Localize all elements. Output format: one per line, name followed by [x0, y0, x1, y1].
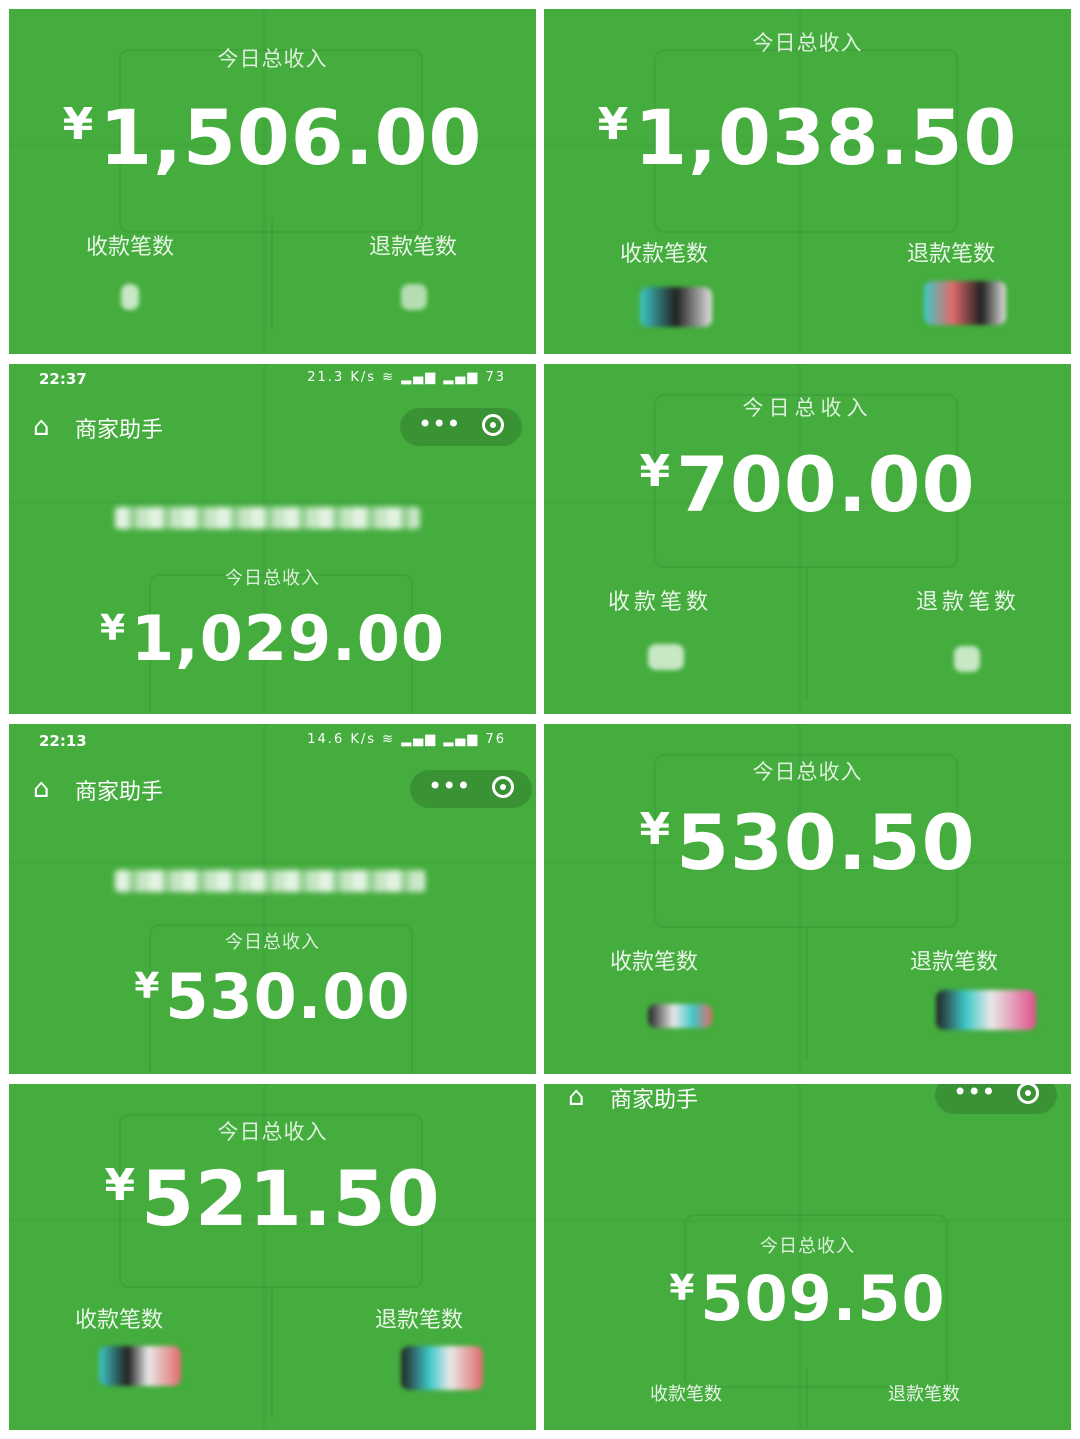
- stat-divider: [806, 1369, 808, 1429]
- currency-symbol: ¥: [639, 446, 671, 497]
- payment-count-label: 收款笔数: [608, 590, 713, 615]
- card-title: 今日总收入: [752, 760, 863, 784]
- income-amount: ¥530.50: [544, 798, 1071, 887]
- payment-count-label: 收款笔数: [86, 235, 175, 260]
- payment-count-label: 收款笔数: [610, 950, 699, 975]
- currency-symbol: ¥: [597, 99, 629, 150]
- income-amount: ¥1,029.00: [9, 602, 536, 675]
- home-icon[interactable]: ⌂: [568, 1084, 585, 1112]
- refund-count-label: 退款笔数: [916, 590, 1021, 615]
- card-title: 今日总收入: [752, 31, 863, 55]
- home-icon[interactable]: ⌂: [33, 412, 50, 442]
- amount-value: 509.50: [700, 1262, 946, 1335]
- mini-program-capsule: •••: [410, 770, 532, 808]
- network-speed: 21.3 K/s: [307, 370, 377, 385]
- card-title: 今日总收入: [217, 47, 328, 71]
- mini-program-capsule: •••: [400, 408, 522, 446]
- payment-count-value-redacted: [648, 1004, 712, 1028]
- status-bar: 22:37 21.3 K/s ≋ ▂▄▆ ▂▄▆ 73: [39, 370, 506, 394]
- amount-value: 530.50: [676, 798, 976, 887]
- battery-icon: 76: [485, 732, 506, 747]
- payment-count-value-redacted: [648, 644, 684, 670]
- amount-value: 530.00: [165, 960, 411, 1033]
- target-close-icon[interactable]: [482, 414, 504, 436]
- status-icons: 14.6 K/s ≋ ▂▄▆ ▂▄▆ 76: [307, 732, 506, 747]
- refund-count-label: 退款笔数: [907, 242, 996, 267]
- currency-symbol: ¥: [62, 99, 94, 150]
- payment-count-label: 收款笔数: [620, 242, 709, 267]
- nav-bar: ⌂ 商家助手 •••: [33, 408, 522, 448]
- income-amount: ¥700.00: [544, 440, 1071, 529]
- card-title: 今日总收入: [217, 1120, 328, 1144]
- income-amount: ¥530.00: [9, 960, 536, 1033]
- target-close-icon[interactable]: [1017, 1084, 1039, 1104]
- status-icons: 21.3 K/s ≋ ▂▄▆ ▂▄▆ 73: [307, 370, 506, 385]
- income-card-6: 今日总收入 ¥530.50 收款笔数 退款笔数: [544, 724, 1071, 1074]
- card-title: 今日总收入: [760, 1236, 855, 1257]
- refund-count-label: 退款笔数: [888, 1384, 960, 1405]
- network-speed: 14.6 K/s: [307, 732, 377, 747]
- currency-symbol: ¥: [639, 804, 671, 855]
- amount-value: 521.50: [141, 1154, 441, 1243]
- more-dots-icon[interactable]: •••: [418, 410, 460, 438]
- stat-divider: [806, 929, 808, 1059]
- income-card-3: 22:37 21.3 K/s ≋ ▂▄▆ ▂▄▆ 73 ⌂ 商家助手 ••• 今…: [9, 364, 536, 714]
- income-amount: ¥509.50: [544, 1262, 1071, 1335]
- nav-bar: ⌂ 商家助手 •••: [33, 770, 532, 810]
- amount-value: 1,038.50: [634, 93, 1018, 182]
- amount-value: 1,029.00: [131, 602, 445, 675]
- income-amount: ¥1,038.50: [544, 93, 1071, 182]
- currency-symbol: ¥: [104, 1160, 136, 1211]
- home-icon[interactable]: ⌂: [33, 774, 50, 804]
- amount-value: 1,506.00: [99, 93, 483, 182]
- amount-value: 700.00: [676, 440, 976, 529]
- status-time: 22:37: [39, 370, 87, 388]
- card-title: 今日总收入: [742, 396, 873, 420]
- stat-divider: [271, 219, 273, 329]
- income-card-2: 今日总收入 ¥1,038.50 收款笔数 退款笔数: [544, 9, 1071, 354]
- income-card-7: 今日总收入 ¥521.50 收款笔数 退款笔数: [9, 1084, 536, 1430]
- currency-symbol: ¥: [669, 1268, 695, 1309]
- more-dots-icon[interactable]: •••: [428, 772, 470, 800]
- merchant-name-redacted: [115, 507, 420, 529]
- refund-count-value-redacted: [401, 284, 427, 310]
- income-amount: ¥1,506.00: [9, 93, 536, 182]
- refund-count-value-redacted: [924, 281, 1006, 325]
- currency-symbol: ¥: [99, 608, 126, 649]
- income-card-1: 今日总收入 ¥1,506.00 收款笔数 退款笔数: [9, 9, 536, 354]
- target-close-icon[interactable]: [492, 776, 514, 798]
- income-card-5: 22:13 14.6 K/s ≋ ▂▄▆ ▂▄▆ 76 ⌂ 商家助手 ••• 今…: [9, 724, 536, 1074]
- payment-count-label: 收款笔数: [650, 1384, 722, 1405]
- refund-count-label: 退款笔数: [375, 1308, 464, 1333]
- currency-symbol: ¥: [134, 966, 160, 1007]
- nav-bar: ⌂ 商家助手 •••: [568, 1084, 1057, 1118]
- refund-count-value-redacted: [954, 646, 980, 672]
- refund-count-value-redacted: [936, 990, 1036, 1030]
- battery-icon: 73: [485, 370, 506, 385]
- refund-count-label: 退款笔数: [369, 235, 458, 260]
- merchant-name-redacted: [115, 870, 425, 892]
- refund-count-value-redacted: [401, 1346, 483, 1390]
- payment-count-label: 收款笔数: [75, 1308, 164, 1333]
- payment-count-value-redacted: [99, 1346, 181, 1386]
- more-dots-icon[interactable]: •••: [953, 1084, 995, 1106]
- status-time: 22:13: [39, 732, 87, 750]
- stat-divider: [806, 569, 808, 699]
- stat-divider: [271, 1289, 273, 1419]
- card-title: 今日总收入: [225, 932, 320, 953]
- payment-count-value-redacted: [121, 284, 139, 310]
- refund-count-label: 退款笔数: [910, 950, 999, 975]
- card-title: 今日总收入: [225, 568, 320, 589]
- mini-program-capsule: •••: [935, 1084, 1057, 1114]
- income-card-4: 今日总收入 ¥700.00 收款笔数 退款笔数: [544, 364, 1071, 714]
- status-bar: 22:13 14.6 K/s ≋ ▂▄▆ ▂▄▆ 76: [39, 732, 506, 756]
- income-card-8: ⌂ 商家助手 ••• 今日总收入 ¥509.50 收款笔数 退款笔数: [544, 1084, 1071, 1430]
- nav-title: 商家助手: [610, 1088, 699, 1113]
- income-amount: ¥521.50: [9, 1154, 536, 1243]
- nav-title: 商家助手: [75, 418, 164, 443]
- nav-title: 商家助手: [75, 780, 164, 805]
- payment-count-value-redacted: [640, 287, 712, 327]
